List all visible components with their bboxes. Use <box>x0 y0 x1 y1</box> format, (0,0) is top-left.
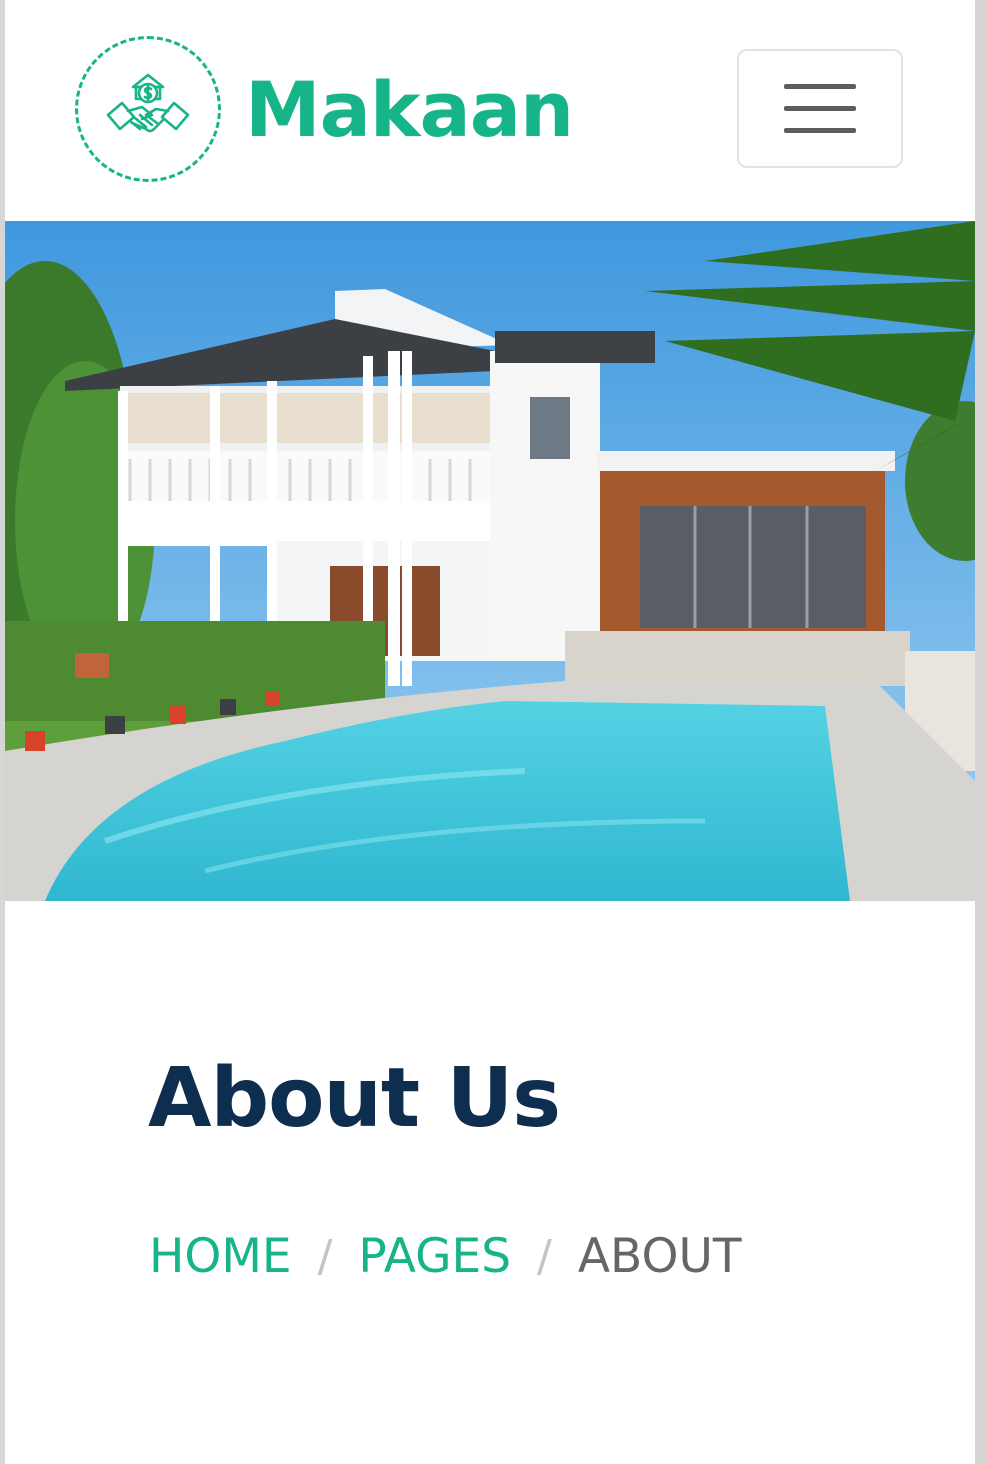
hamburger-bar <box>784 128 856 133</box>
breadcrumb-about: ABOUT <box>577 1229 742 1284</box>
house-with-pool-photo <box>5 221 975 901</box>
hamburger-menu-button[interactable] <box>737 49 903 168</box>
page-title: About Us <box>148 1051 561 1146</box>
breadcrumb-separator: / <box>317 1231 333 1282</box>
scrollbar-track[interactable] <box>975 0 985 1464</box>
hamburger-bar <box>784 106 856 111</box>
navbar: Makaan <box>5 0 975 221</box>
breadcrumb-home[interactable]: HOME <box>149 1229 292 1284</box>
hamburger-menu-icon <box>784 84 856 89</box>
brand-link[interactable]: Makaan <box>75 34 574 184</box>
breadcrumb-pages[interactable]: PAGES <box>358 1229 511 1284</box>
brand-name: Makaan <box>245 64 574 154</box>
page-header: About Us HOME / PAGES / ABOUT <box>5 901 975 1464</box>
breadcrumb-separator: / <box>537 1231 552 1282</box>
logo <box>75 36 221 182</box>
handshake-money-icon <box>106 73 190 133</box>
hero-image <box>5 221 975 901</box>
breadcrumb: HOME / PAGES / ABOUT <box>149 1229 742 1284</box>
